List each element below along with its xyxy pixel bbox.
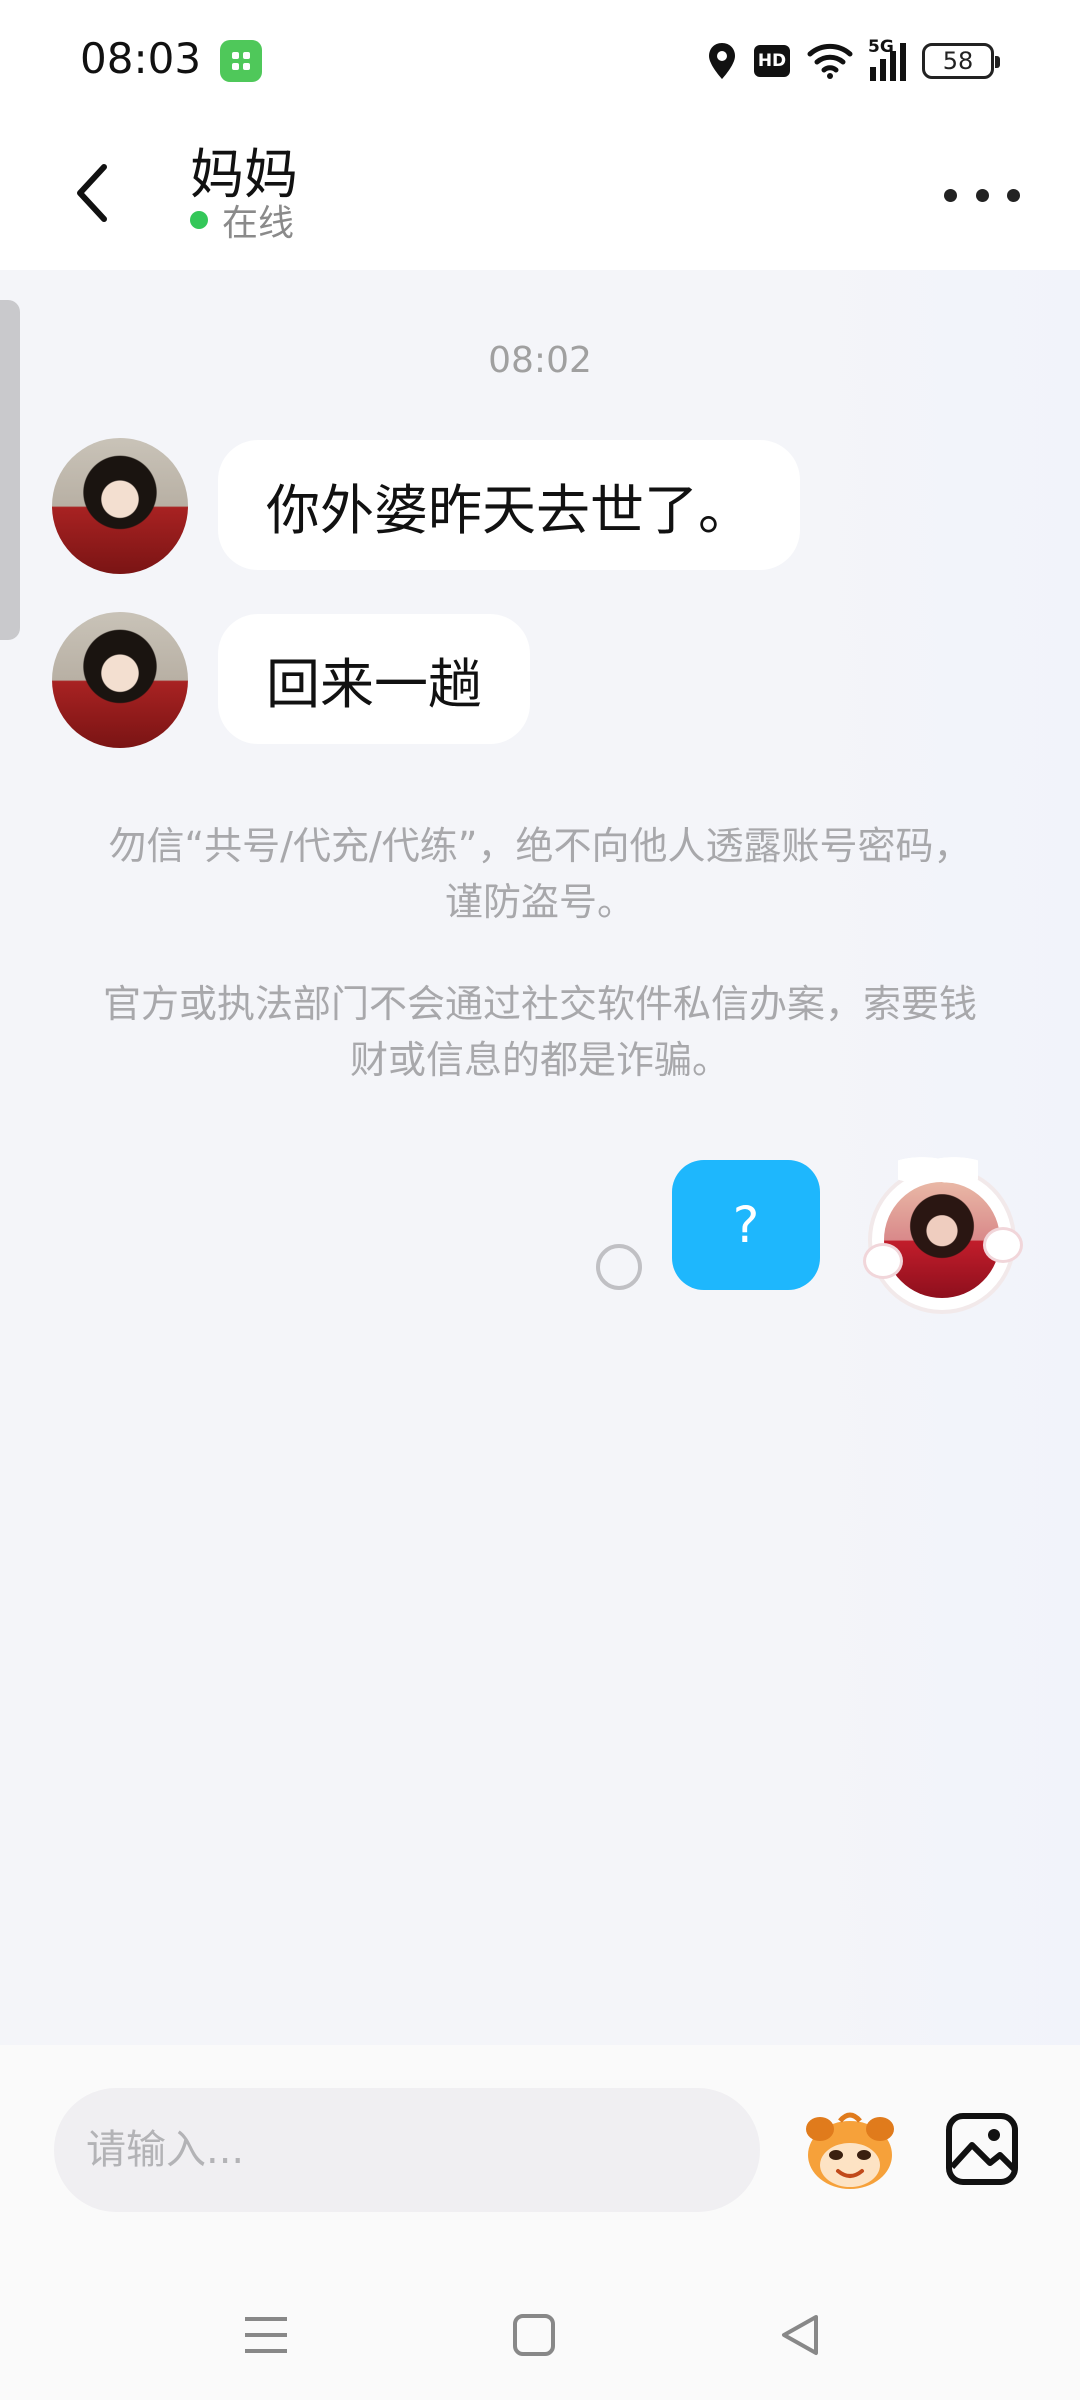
message-timestamp: 08:02	[488, 340, 592, 381]
home-icon	[513, 2314, 555, 2356]
home-button[interactable]	[504, 2305, 564, 2365]
emoji-button[interactable]	[800, 2105, 900, 2195]
battery-level: 58	[942, 47, 974, 75]
status-icons: HD 5G 58	[706, 36, 1000, 86]
incoming-message[interactable]: 你外婆昨天去世了。	[218, 440, 800, 570]
wifi-icon	[807, 43, 853, 79]
system-nav-bar	[0, 2275, 1080, 2400]
image-icon	[946, 2113, 1018, 2185]
hd-icon: HD	[754, 45, 790, 77]
chat-header: 妈妈 在线	[0, 120, 1080, 270]
fraud-notice: 官方或执法部门不会通过社交软件私信办案，索要钱财或信息的都是诈骗。	[102, 982, 977, 1082]
image-button[interactable]	[944, 2111, 1020, 2187]
nav-back-button[interactable]	[770, 2305, 830, 2365]
back-button[interactable]	[62, 158, 122, 228]
emoji-mascot-icon	[806, 2112, 894, 2189]
contact-avatar[interactable]	[52, 438, 188, 574]
user-avatar[interactable]	[862, 1150, 1022, 1320]
back-arrow-icon	[77, 164, 107, 222]
contact-avatar[interactable]	[52, 612, 188, 748]
more-dots-icon	[944, 188, 957, 202]
menu-icon	[245, 2317, 287, 2353]
network-type: 5G	[868, 37, 894, 57]
bow-decoration-icon	[898, 1150, 978, 1190]
security-notice: 勿信“共号/代充/代练”，绝不向他人透露账号密码，谨防盗号。	[108, 824, 972, 924]
chat-area[interactable]: 08:02 你外婆昨天去世了。 回来一趟 勿信“共号/代充/代练”，绝不向他人透…	[0, 270, 1080, 2045]
online-status-label: 在线	[222, 203, 295, 244]
online-status: 在线	[190, 198, 294, 244]
sending-status-icon	[596, 1244, 642, 1290]
app-store-icon	[220, 40, 262, 82]
menu-button[interactable]	[236, 2305, 296, 2365]
incoming-message[interactable]: 回来一趟	[218, 614, 530, 744]
status-time: 08:03	[80, 34, 202, 83]
back-icon	[782, 2315, 818, 2355]
paw-decoration-icon	[866, 1246, 900, 1276]
paw-decoration-icon	[986, 1230, 1020, 1260]
signal-icon: 5G	[868, 37, 906, 81]
input-bar	[0, 2045, 1080, 2275]
battery-icon: 58	[922, 43, 1000, 79]
message-input[interactable]	[54, 2088, 760, 2212]
status-bar: 08:03 HD 5G 58	[0, 0, 1080, 120]
outgoing-message[interactable]: ?	[672, 1160, 820, 1290]
online-dot-icon	[190, 211, 208, 229]
more-options-button[interactable]	[944, 170, 1020, 220]
location-icon	[709, 43, 735, 79]
